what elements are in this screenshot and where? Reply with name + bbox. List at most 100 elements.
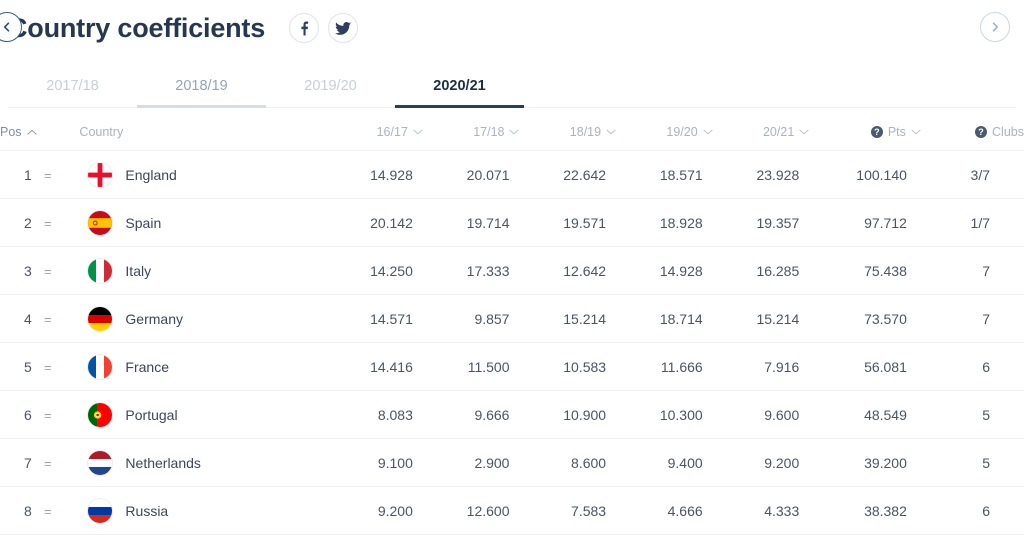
position-number: 6: [24, 407, 34, 423]
sort-control-1819[interactable]: 18/19: [570, 125, 616, 139]
sort-control-1718[interactable]: 17/18: [473, 125, 519, 139]
table-row[interactable]: 5= France 14.416 11.500 10.583 11.666 7.…: [0, 343, 1024, 391]
cell-1920: 11.666: [616, 343, 713, 391]
column-label: Country: [79, 125, 123, 139]
country-cell: Portugal: [87, 402, 326, 428]
flag-france-icon: [87, 354, 113, 380]
social-share-group: [289, 13, 358, 43]
cell-2021: 19.357: [713, 199, 810, 247]
sort-control-1920[interactable]: 19/20: [666, 125, 712, 139]
tab-label: 2019/20: [304, 78, 356, 94]
column-label: 18/19: [570, 125, 601, 139]
position-change-indicator: =: [44, 408, 52, 423]
cell-1920: 18.928: [616, 199, 713, 247]
country-coefficients-page: Country coefficients 2017/18: [0, 0, 1024, 541]
cell-2021: 16.285: [713, 247, 810, 295]
tab-2019-20[interactable]: 2019/20: [266, 66, 395, 107]
sort-control-clubs[interactable]: ? Clubs: [975, 125, 1024, 139]
cell-1718: 19.714: [423, 199, 520, 247]
sort-control-1617[interactable]: 16/17: [377, 125, 423, 139]
cell-country: Italy: [79, 247, 326, 295]
country-cell: France: [87, 354, 326, 380]
cell-clubs: 5: [921, 439, 1024, 487]
country-name: England: [125, 167, 176, 183]
table-row[interactable]: 8= Russia 9.200 12.600 7.583 4.666 4.333…: [0, 487, 1024, 535]
cell-1819: 7.583: [519, 487, 616, 535]
position-change-indicator: =: [44, 264, 52, 279]
cell-clubs: 5: [921, 391, 1024, 439]
cell-country: France: [79, 343, 326, 391]
table-row[interactable]: 3= Italy 14.250 17.333 12.642 14.928 16.…: [0, 247, 1024, 295]
country-cell: Russia: [87, 498, 326, 524]
chevron-up-icon: [27, 129, 37, 135]
cell-2021: 23.928: [713, 151, 810, 199]
cell-position: 8=: [0, 487, 79, 535]
table-row[interactable]: 4= Germany 14.571 9.857 15.214 18.714 15…: [0, 295, 1024, 343]
column-label: 20/21: [763, 125, 794, 139]
table-row[interactable]: 7= Netherlands 9.100 2.900 8.600 9.400 9…: [0, 439, 1024, 487]
column-label: 17/18: [473, 125, 504, 139]
flag-russia-icon: [87, 498, 113, 524]
cell-1718: 9.666: [423, 391, 520, 439]
column-header-1920[interactable]: 19/20: [616, 116, 713, 151]
cell-1718: 11.500: [423, 343, 520, 391]
tab-2017-18[interactable]: 2017/18: [8, 66, 137, 107]
cell-1718: 2.900: [423, 439, 520, 487]
sort-control-2021[interactable]: 20/21: [763, 125, 809, 139]
cell-2021: 4.333: [713, 487, 810, 535]
column-header-pos[interactable]: Pos: [0, 116, 79, 151]
column-header-clubs[interactable]: ? Clubs: [921, 116, 1024, 151]
cell-position: 7=: [0, 439, 79, 487]
cell-pts: 73.570: [809, 295, 921, 343]
table-header-row: Pos Country 16/17: [0, 116, 1024, 151]
info-icon[interactable]: ?: [871, 126, 883, 138]
country-name: Netherlands: [125, 455, 201, 471]
column-label: Pts: [888, 125, 906, 139]
sort-control-pts[interactable]: ? Pts: [871, 125, 921, 139]
chevron-down-icon: [606, 129, 616, 135]
cell-position: 2=: [0, 199, 79, 247]
tab-2020-21[interactable]: 2020/21: [395, 66, 524, 107]
sort-control-pos[interactable]: Pos: [0, 125, 37, 139]
column-label: Clubs: [992, 125, 1024, 139]
cell-clubs: 7: [921, 247, 1024, 295]
position-change-indicator: =: [44, 312, 52, 327]
flag-netherlands-icon: [87, 450, 113, 476]
info-icon[interactable]: ?: [975, 126, 987, 138]
coefficients-table: Pos Country 16/17: [0, 116, 1024, 535]
cell-country: Portugal: [79, 391, 326, 439]
sort-control-country[interactable]: Country: [79, 125, 123, 139]
flag-england-icon: [87, 162, 113, 188]
position-number: 5: [24, 359, 34, 375]
cell-1819: 10.583: [519, 343, 616, 391]
country-cell: Italy: [87, 258, 326, 284]
column-header-pts[interactable]: ? Pts: [809, 116, 921, 151]
column-header-1617[interactable]: 16/17: [326, 116, 423, 151]
column-header-country[interactable]: Country: [79, 116, 326, 151]
country-name: Germany: [125, 311, 183, 327]
chevron-down-icon: [413, 129, 423, 135]
cell-pts: 48.549: [809, 391, 921, 439]
country-cell: England: [87, 162, 326, 188]
twitter-share-button[interactable]: [328, 13, 358, 43]
next-page-button[interactable]: [980, 12, 1010, 42]
column-header-1718[interactable]: 17/18: [423, 116, 520, 151]
cell-1819: 22.642: [519, 151, 616, 199]
position-number: 8: [24, 503, 34, 519]
table-row[interactable]: 6= Portugal 8.083 9.666 10.900 10.300 9.…: [0, 391, 1024, 439]
cell-pts: 97.712: [809, 199, 921, 247]
chevron-down-icon: [703, 129, 713, 135]
tab-2018-19[interactable]: 2018/19: [137, 66, 266, 107]
table-row[interactable]: 2= Spain 20.142 19.714 19.571 18.928 19.…: [0, 199, 1024, 247]
position-number: 2: [24, 215, 34, 231]
position-change-indicator: =: [44, 168, 52, 183]
column-header-1819[interactable]: 18/19: [519, 116, 616, 151]
table-row[interactable]: 1= England 14.928 20.071 22.642 18.571 2…: [0, 151, 1024, 199]
facebook-share-button[interactable]: [289, 13, 319, 43]
table-body: 1= England 14.928 20.071 22.642 18.571 2…: [0, 151, 1024, 535]
page-title: Country coefficients: [8, 15, 265, 42]
cell-1718: 17.333: [423, 247, 520, 295]
position-change-indicator: =: [44, 360, 52, 375]
column-header-2021[interactable]: 20/21: [713, 116, 810, 151]
flag-italy-icon: [87, 258, 113, 284]
